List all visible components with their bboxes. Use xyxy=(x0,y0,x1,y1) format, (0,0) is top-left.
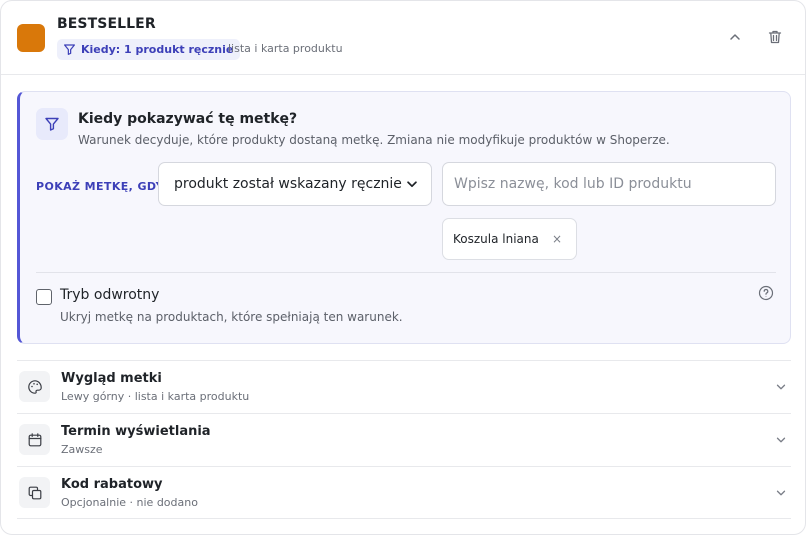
condition-summary-text: Kiedy: 1 produkt ręcznie xyxy=(81,43,234,56)
selected-product-chip: Koszula lniana × xyxy=(442,218,577,260)
remove-product-button[interactable]: × xyxy=(552,232,562,246)
copy-icon xyxy=(28,486,41,499)
condition-description: Warunek decyduje, które produkty dostaną… xyxy=(78,133,670,147)
selected-product-label: Koszula lniana xyxy=(453,232,539,246)
show-when-label: POKAŻ METKĘ, GDY xyxy=(36,180,164,193)
section-title: Termin wyświetlania xyxy=(61,424,211,439)
rule-select[interactable]: produkt został wskazany ręcznie xyxy=(158,162,432,206)
condition-summary-pill: Kiedy: 1 produkt ręcznie xyxy=(57,39,241,60)
product-search-input[interactable] xyxy=(442,162,776,206)
condition-panel: Kiedy pokazywać tę metkę? Warunek decydu… xyxy=(17,91,791,344)
chevron-up-icon xyxy=(730,34,740,40)
section-title: Wygląd metki xyxy=(61,371,162,386)
help-icon[interactable] xyxy=(758,285,774,301)
inverse-mode-description: Ukryj metkę na produktach, które spełnia… xyxy=(60,310,403,324)
collapse-button[interactable] xyxy=(726,28,744,46)
section-subtitle: Opcjonalnie · nie dodano xyxy=(61,496,198,509)
section-label-appearance[interactable]: Wygląd metki Lewy górny · lista i karta … xyxy=(17,360,791,413)
chevron-down-icon xyxy=(776,384,786,390)
chevron-down-icon xyxy=(407,181,417,188)
section-discount-code[interactable]: Kod rabatowy Opcjonalnie · nie dodano xyxy=(17,466,791,519)
label-scope: lista i karta produktu xyxy=(228,42,343,55)
chevron-down-icon xyxy=(776,437,786,443)
section-icon-badge xyxy=(19,424,50,455)
filter-icon xyxy=(64,44,75,55)
trash-icon xyxy=(768,30,782,44)
label-title: BESTSELLER xyxy=(57,16,156,32)
rule-select-value: produkt został wskazany ręcznie xyxy=(174,176,402,192)
inverse-mode-checkbox[interactable] xyxy=(36,289,52,305)
inverse-mode-label[interactable]: Tryb odwrotny xyxy=(60,287,159,303)
section-display-period[interactable]: Termin wyświetlania Zawsze xyxy=(17,413,791,466)
section-subtitle: Zawsze xyxy=(61,443,103,456)
filter-icon xyxy=(45,117,59,131)
section-title: Kod rabatowy xyxy=(61,477,163,492)
label-card: BESTSELLER Kiedy: 1 produkt ręcznie list… xyxy=(0,0,806,535)
section-icon-badge xyxy=(19,371,50,402)
section-subtitle: Lewy górny · lista i karta produktu xyxy=(61,390,250,403)
condition-icon-badge xyxy=(36,108,68,140)
chevron-down-icon xyxy=(776,490,786,496)
card-header[interactable]: BESTSELLER Kiedy: 1 produkt ręcznie list… xyxy=(1,1,805,75)
calendar-icon xyxy=(28,432,41,446)
label-color-swatch xyxy=(17,24,45,52)
condition-title: Kiedy pokazywać tę metkę? xyxy=(78,111,298,127)
palette-icon xyxy=(27,379,42,394)
divider xyxy=(36,272,776,273)
delete-button[interactable] xyxy=(766,28,784,46)
section-icon-badge xyxy=(19,477,50,508)
